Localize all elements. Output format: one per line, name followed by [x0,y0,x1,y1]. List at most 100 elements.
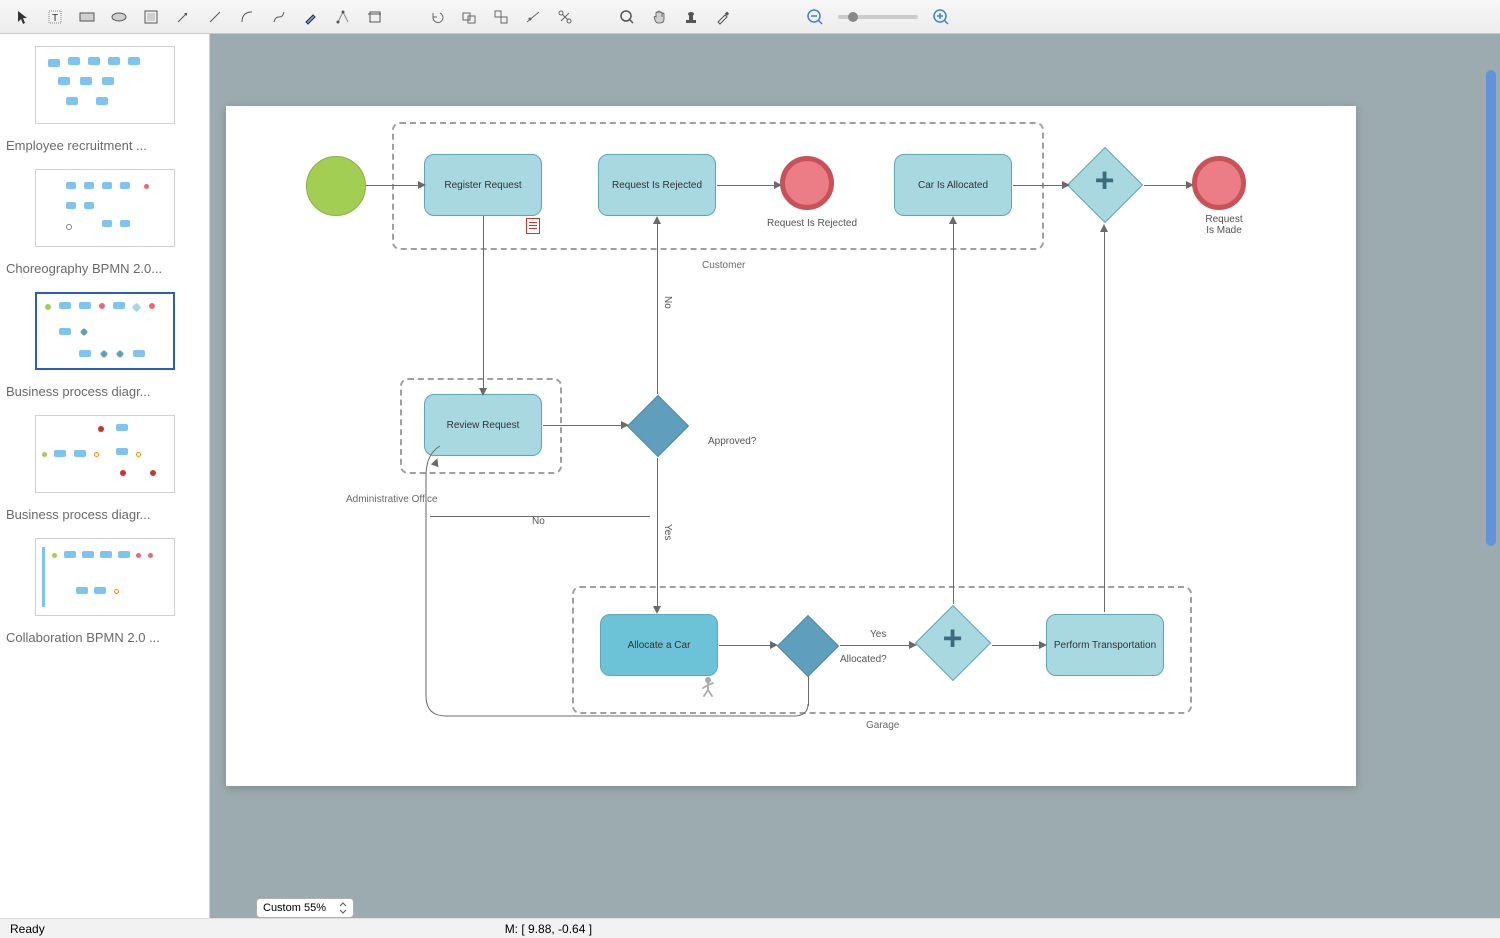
arrowhead-icon [1186,181,1194,189]
zoom-tool-icon[interactable] [612,4,642,30]
main: Employee recruitment ... Choreography BP… [0,34,1500,918]
arrow-tool-icon[interactable] [168,4,198,30]
thumb-label: Employee recruitment ... [0,134,209,161]
thumb-item[interactable] [0,284,209,380]
curve-tool-icon[interactable] [264,4,294,30]
arrowhead-icon [770,641,778,649]
zoom-select[interactable]: Custom 55% [256,898,354,918]
zoom-slider-thumb[interactable] [848,12,858,22]
thumb-item[interactable] [0,38,209,134]
pointer-tool-icon[interactable] [8,4,38,30]
start-event[interactable] [306,156,366,216]
thumb-label: Business process diagr... [0,503,209,530]
end-event-rejected[interactable] [780,156,834,210]
arrowhead-icon [1062,181,1070,189]
pan-tool-icon[interactable] [644,4,674,30]
vertical-scrollbar[interactable] [1484,70,1498,864]
edge [483,216,484,392]
gateway-label: Allocated? [840,654,887,665]
edge [717,185,777,186]
edge [1013,185,1065,186]
pen-tool-icon[interactable] [296,4,326,30]
gateway-approved[interactable] [627,395,689,457]
svg-text:T: T [52,13,58,24]
pool-label: Customer [702,260,745,271]
thumb-preview [35,415,175,493]
thumb-preview [35,538,175,616]
thumb-item[interactable] [0,530,209,626]
rect-tool-icon[interactable] [72,4,102,30]
arrowhead-icon [653,216,661,224]
stamp-tool-icon[interactable] [676,4,706,30]
task-perform-transport[interactable]: Perform Transportation [1046,614,1164,676]
edge-label: No [532,516,545,527]
arc-tool-icon[interactable] [232,4,262,30]
zoom-slider[interactable] [838,15,918,19]
task-label: Review Request [447,420,520,431]
task-register-request[interactable]: Register Request [424,154,542,216]
status-ready: Ready [10,922,45,936]
arrowhead-icon [653,606,661,614]
statusbar: Ready M: [ 9.88, -0.64 ] [0,918,1500,938]
parallel-gateway[interactable]: + [1067,147,1143,223]
task-label: Car Is Allocated [918,180,988,191]
task-car-allocated[interactable]: Car Is Allocated [894,154,1012,216]
ungroup-icon[interactable] [486,4,516,30]
edge-label: Yes [870,629,886,640]
undo-icon[interactable] [422,4,452,30]
thumb-item[interactable] [0,161,209,257]
edge [719,645,773,646]
thumb-preview-selected [35,292,175,370]
eyedropper-icon[interactable] [708,4,738,30]
edge [657,458,658,610]
zoom-in-icon[interactable] [926,4,956,30]
path-edit-tool-icon[interactable] [328,4,358,30]
task-request-rejected[interactable]: Request Is Rejected [598,154,716,216]
edge-label: No [662,296,673,309]
person-icon [698,676,718,700]
edge [992,645,1042,646]
thumb-label: Collaboration BPMN 2.0 ... [0,626,209,653]
end-event-label: Request Is Rejected [762,218,862,229]
pool-label: Garage [866,720,899,731]
align-icon[interactable] [518,4,548,30]
line-tool-icon[interactable] [200,4,230,30]
arrowhead-icon [949,216,957,224]
task-label: Request Is Rejected [612,180,702,191]
task-allocate-car[interactable]: Allocate a Car [600,614,718,676]
plus-icon: + [943,620,963,659]
edge [840,645,912,646]
scrollbar-thumb[interactable] [1486,70,1496,546]
group-shapes-icon[interactable] [454,4,484,30]
canvas-area[interactable]: Customer Administrative Office Garage Re… [210,34,1500,918]
group-tool-icon[interactable] [136,4,166,30]
canvas[interactable]: Customer Administrative Office Garage Re… [226,106,1356,786]
connect-icon[interactable] [550,4,580,30]
task-label: Allocate a Car [628,640,691,651]
arrowhead-icon [418,181,426,189]
end-event-made[interactable] [1192,156,1246,210]
arrowhead-icon [621,421,629,429]
ellipse-tool-icon[interactable] [104,4,134,30]
toolbar-group-edit [422,4,580,30]
arrowhead-icon [774,181,782,189]
edge [543,425,623,426]
zoom-select-label: Custom 55% [263,902,326,914]
crop-tool-icon[interactable] [360,4,390,30]
thumb-preview [35,169,175,247]
edge [1104,230,1105,612]
task-label: Register Request [444,180,521,191]
arrowhead-icon [479,388,487,396]
edge [657,222,658,394]
pool-label: Administrative Office [346,494,438,505]
thumb-item[interactable] [0,407,209,503]
task-review-request[interactable]: Review Request [424,394,542,456]
zoom-out-icon[interactable] [800,4,830,30]
edge [953,222,954,604]
document-icon [526,218,540,234]
stepper-icon [339,902,347,914]
thumb-label: Choreography BPMN 2.0... [0,257,209,284]
edge-label: Yes [662,524,673,540]
text-tool-icon[interactable]: T [40,4,70,30]
plus-icon: + [1095,162,1115,201]
